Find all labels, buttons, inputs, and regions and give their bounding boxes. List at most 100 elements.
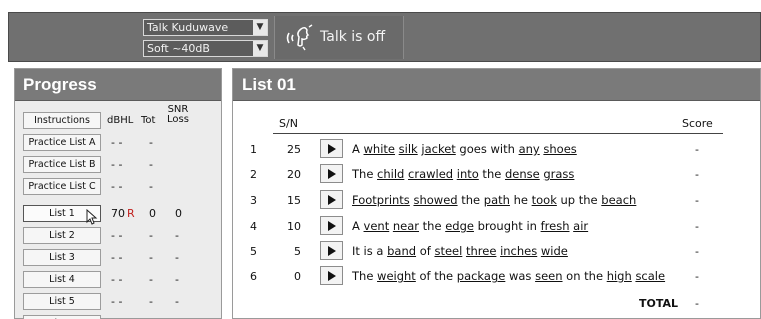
sentence-text: A vent near the edge brought in fresh ai…	[352, 219, 588, 233]
play-button[interactable]	[320, 266, 343, 285]
sentence-fragment: goes with	[455, 142, 519, 156]
play-button[interactable]	[320, 216, 343, 235]
keyword[interactable]: path	[484, 193, 510, 207]
keyword[interactable]: grass	[543, 167, 574, 181]
dbhl-value	[111, 114, 113, 127]
sentence-fragment: the	[419, 219, 446, 233]
sentence-fragment: brought in	[473, 219, 541, 233]
keyword[interactable]: air	[573, 219, 588, 233]
sentence-fragment: of	[416, 244, 435, 258]
keyword[interactable]: white	[364, 142, 395, 156]
progress-row: Instructions	[15, 112, 223, 130]
talk-status-label: Talk is off	[320, 29, 386, 45]
keyword[interactable]: any	[519, 142, 540, 156]
talk-select[interactable]: Talk Kuduwave ▼	[143, 19, 268, 36]
keyword[interactable]: fresh	[541, 219, 570, 233]
keyword[interactable]: shoes	[543, 142, 576, 156]
row-number: 2	[250, 168, 257, 181]
keyword[interactable]: showed	[413, 193, 457, 207]
keyword[interactable]: jacket	[421, 142, 455, 156]
play-button[interactable]	[320, 139, 343, 158]
tot-value: -	[149, 229, 153, 242]
keyword[interactable]: three	[466, 244, 496, 258]
keyword[interactable]: beach	[601, 193, 636, 207]
sentence-row: 3 15 Footprints showed the path he took up…	[233, 189, 761, 211]
progress-list-button[interactable]: Practice List A	[23, 134, 101, 151]
play-icon	[328, 271, 336, 281]
progress-list-button[interactable]: List 4	[23, 271, 101, 288]
keyword[interactable]: scale	[635, 269, 665, 283]
tot-value: -	[149, 251, 153, 264]
talk-select-value: Talk Kuduwave	[147, 21, 229, 34]
score-value: -	[695, 270, 699, 283]
score-value: -	[695, 143, 699, 156]
dbhl-number: - -	[111, 273, 123, 286]
keyword[interactable]: wide	[541, 244, 568, 258]
play-button[interactable]	[320, 241, 343, 260]
progress-list-button[interactable]: Practice List C	[23, 178, 101, 195]
sentence-fragment: the	[478, 167, 505, 181]
keyword[interactable]: took	[532, 193, 557, 207]
keyword[interactable]: into	[457, 167, 479, 181]
sentence-fragment: was	[505, 269, 536, 283]
dbhl-value: - -	[111, 180, 124, 193]
list-panel: List 01 S/N Score 1 25 A white silk jacket…	[232, 68, 761, 319]
play-icon	[328, 246, 336, 256]
keyword[interactable]: high	[607, 269, 632, 283]
progress-list-button[interactable]: List 2	[23, 227, 101, 244]
dbhl-number: - -	[111, 251, 123, 264]
chevron-down-icon[interactable]: ▼	[253, 20, 267, 35]
list-title: List 01	[233, 69, 760, 101]
sentence-row: 6 0 The weight of the package was seen on …	[233, 265, 761, 287]
play-button[interactable]	[320, 190, 343, 209]
play-icon	[328, 195, 336, 205]
play-icon	[328, 144, 336, 154]
sentence-text: A white silk jacket goes with any shoes	[352, 142, 577, 156]
progress-list-button[interactable]: Instructions	[23, 112, 101, 129]
tot-value: -	[149, 295, 153, 308]
dbhl-value: - -	[111, 273, 124, 286]
row-number: 6	[250, 270, 257, 283]
chevron-down-icon[interactable]: ▼	[253, 41, 267, 56]
sentence-text: The weight of the package was seen on th…	[352, 269, 665, 283]
sentence-fragment: A	[352, 219, 364, 233]
progress-row: Practice List A - - -	[15, 134, 223, 152]
row-number: 4	[250, 220, 257, 233]
dbhl-value: - -	[111, 295, 124, 308]
progress-list-button[interactable]: List 3	[23, 249, 101, 266]
keyword[interactable]: vent	[364, 219, 390, 233]
progress-title: Progress	[15, 69, 221, 101]
keyword[interactable]: band	[387, 244, 416, 258]
sentence-fragment: A	[352, 142, 364, 156]
keyword[interactable]: child	[377, 167, 404, 181]
sentence-fragment: of the	[415, 269, 457, 283]
sentence-text: The child crawled into the dense grass	[352, 167, 574, 181]
progress-list-button[interactable]: Practice List B	[23, 156, 101, 173]
sentence-row: 1 25 A white silk jacket goes with any sho…	[233, 138, 761, 160]
keyword[interactable]: inches	[500, 244, 537, 258]
keyword[interactable]: dense	[505, 167, 540, 181]
keyword[interactable]: seen	[535, 269, 562, 283]
keyword[interactable]: near	[393, 219, 419, 233]
tot-value: -	[149, 136, 153, 149]
dbhl-number: - -	[111, 229, 123, 242]
keyword[interactable]: package	[457, 269, 506, 283]
keyword[interactable]: edge	[445, 219, 474, 233]
progress-row: List 4 - - - -	[15, 271, 223, 289]
keyword[interactable]: crawled	[408, 167, 453, 181]
keyword[interactable]: weight	[377, 269, 416, 283]
score-value: -	[695, 194, 699, 207]
talk-toggle-button[interactable]: Talk is off	[274, 16, 404, 59]
keyword[interactable]: Footprints	[352, 193, 410, 207]
score-value: -	[695, 168, 699, 181]
tot-value: 0	[149, 207, 156, 220]
level-select[interactable]: Soft ~40dB ▼	[143, 40, 268, 57]
mouse-pointer-icon	[86, 209, 98, 225]
progress-list-button[interactable]: List 6	[23, 315, 101, 319]
dbhl-value: 70 R	[111, 207, 135, 220]
keyword[interactable]: steel	[434, 244, 462, 258]
sn-value: 0	[294, 270, 301, 283]
keyword[interactable]: silk	[399, 142, 418, 156]
progress-list-button[interactable]: List 5	[23, 293, 101, 310]
play-button[interactable]	[320, 164, 343, 183]
